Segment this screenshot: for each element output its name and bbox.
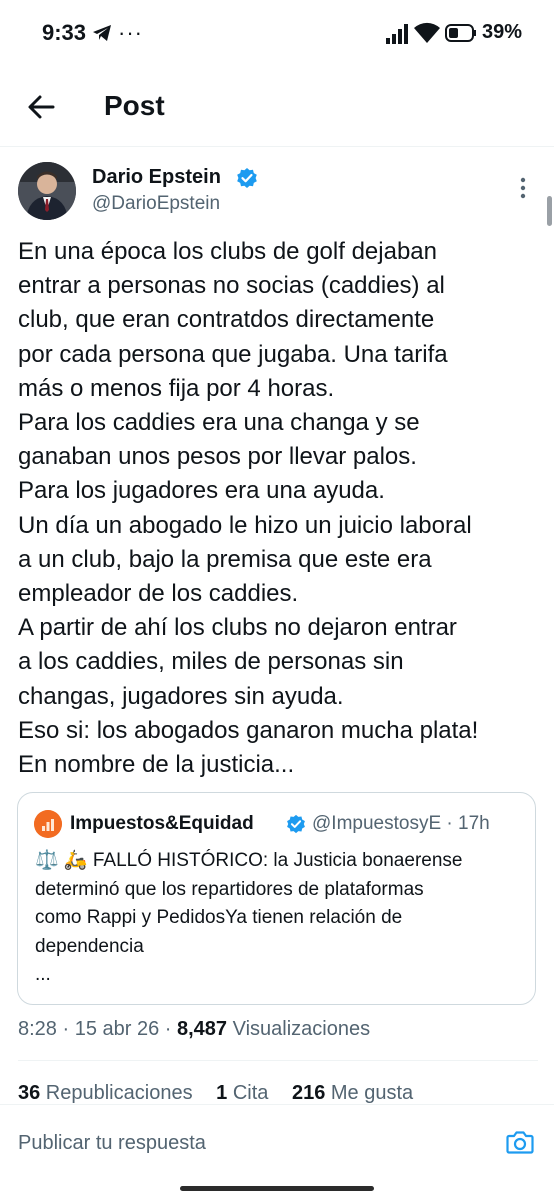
likes-stat[interactable]: 216 Me gusta	[292, 1082, 413, 1104]
tweet-line: changas, jugadores sin ayuda.	[18, 682, 344, 710]
reply-bar: Publicar tu respuesta	[0, 1104, 554, 1181]
likes-label: Me gusta	[325, 1082, 414, 1104]
quotes-label: Cita	[227, 1082, 269, 1104]
status-overflow-dots: ···	[118, 20, 143, 45]
scrollbar-thumb[interactable]	[547, 196, 552, 226]
likes-count: 216	[291, 1082, 326, 1104]
author-handle[interactable]: @DarioEpstein	[92, 193, 220, 215]
verified-badge-icon	[287, 814, 305, 834]
quote-line: como Rappi y PedidosYa tienen relación d…	[35, 907, 403, 928]
tweet-timestamp[interactable]: 8:28 · 15 abr 26 ·	[18, 1018, 177, 1040]
reply-input[interactable]: Publicar tu respuesta	[18, 1132, 206, 1155]
tweet-line: más o menos fija por 4 horas.	[18, 374, 335, 402]
reposts-count: 36	[18, 1082, 41, 1104]
tweet-line: Eso si: los abogados ganaron mucha plata…	[18, 716, 479, 744]
tweet-text: En una época los clubs de golf dejaban e…	[18, 235, 538, 782]
quote-handle-time: @ImpuestosyE · 17h	[312, 813, 490, 834]
tweet-line: por cada persona que jugaba. Una tarifa	[18, 340, 448, 368]
more-vertical-icon[interactable]	[518, 176, 528, 200]
tweet-line: Para los caddies era una changa y se	[18, 409, 420, 437]
status-bar: 9:33 ··· 39%	[0, 0, 554, 68]
tweet-line: a los caddies, miles de personas sin	[18, 648, 404, 676]
status-time: 9:33	[42, 20, 87, 45]
page-title: Post	[104, 90, 165, 121]
tweet-meta: 8:28 · 15 abr 26 · 8,487 Visualizaciones	[18, 1018, 370, 1041]
signal-icon	[386, 24, 408, 44]
reposts-stat[interactable]: 36 Republicaciones	[18, 1082, 193, 1104]
home-indicator[interactable]	[180, 1186, 374, 1191]
tweet-line: a un club, bajo la premisa que este era	[18, 545, 432, 573]
quote-avatar	[34, 810, 62, 838]
quote-line: ⚖️ 🛵 FALLÓ HISTÓRICO: la Justicia bonaer…	[35, 850, 463, 871]
tweet-line: ganaban unos pesos por llevar palos.	[18, 443, 417, 471]
arrow-left-icon[interactable]	[26, 92, 56, 122]
avatar[interactable]	[18, 162, 76, 220]
quote-author-name: Impuestos&Equidad	[70, 813, 254, 834]
views-count: 8,487	[176, 1018, 228, 1040]
quote-line: ...	[35, 964, 51, 985]
quotes-count: 1	[216, 1082, 228, 1104]
post-header: Post	[0, 68, 554, 147]
tweet-line: club, que eran contratdos directamente	[18, 306, 435, 334]
wifi-icon	[414, 22, 440, 43]
quoted-tweet-card[interactable]: Impuestos&Equidad @ImpuestosyE · 17h ⚖️ …	[17, 792, 536, 1005]
quote-text: ⚖️ 🛵 FALLÓ HISTÓRICO: la Justicia bonaer…	[35, 847, 525, 990]
author-name[interactable]: Dario Epstein	[92, 166, 221, 189]
tweet-line: A partir de ahí los clubs no dejaron ent…	[18, 614, 457, 642]
camera-icon[interactable]	[506, 1129, 534, 1155]
avatar-photo	[18, 162, 76, 220]
engagement-stats: 36 Republicaciones 1 Cita 216 Me gusta	[18, 1082, 431, 1104]
reposts-label: Republicaciones	[40, 1082, 193, 1104]
tweet-line: empleador de los caddies.	[18, 580, 299, 608]
telegram-icon	[93, 25, 111, 41]
quote-line: determinó que los repartidores de plataf…	[35, 878, 424, 900]
tweet-line: Para los jugadores era una ayuda.	[18, 477, 385, 505]
tweet-line: En una época los clubs de golf dejaban	[18, 238, 437, 265]
verified-badge-icon	[237, 168, 257, 188]
battery-percentage: 39%	[482, 21, 523, 43]
quote-line: dependencia	[35, 935, 144, 957]
tweet-line: entrar a personas no socias (caddies) al	[18, 272, 445, 300]
quotes-stat[interactable]: 1 Cita	[216, 1082, 268, 1104]
battery-icon	[445, 24, 476, 42]
divider	[18, 1060, 538, 1061]
views-label: Visualizaciones	[227, 1018, 371, 1040]
tweet-line: En nombre de la justicia...	[18, 751, 295, 779]
tweet-line: Un día un abogado le hizo un juicio labo…	[18, 511, 472, 539]
